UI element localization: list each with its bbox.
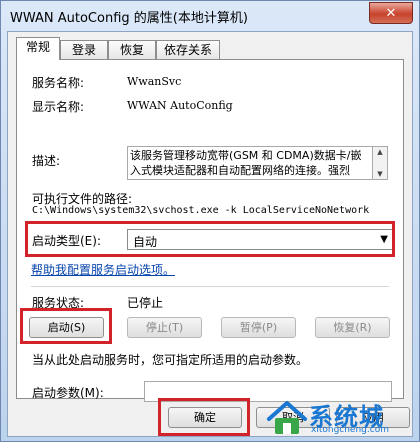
tab-dependencies[interactable]: 依存关系 [156, 40, 220, 59]
close-button[interactable]: ✕ [369, 2, 413, 24]
start-params-hint: 当从此处启动服务时，您可指定所适用的启动参数。 [32, 353, 309, 367]
service-name-label: 服务名称: [32, 76, 85, 90]
section-divider [31, 286, 389, 287]
tab-logon-label: 登录 [71, 43, 96, 57]
display-name-label: 显示名称: [32, 100, 85, 114]
description-text[interactable]: 该服务管理移动宽带(GSM 和 CDMA)数据卡/嵌入式模块适配器和自动配置网络… [127, 146, 373, 180]
pause-button[interactable]: 暂停(P) [221, 317, 296, 338]
house-logo-icon [267, 401, 307, 434]
tab-dependencies-label: 依存关系 [163, 43, 212, 57]
title-bar[interactable]: WWAN AutoConfig 的属性(本地计算机) ✕ [1, 1, 419, 31]
highlight-ok-button [158, 398, 250, 436]
help-config-link[interactable]: 帮助我配置服务启动选项。 [31, 261, 175, 278]
highlight-start-button [20, 308, 112, 344]
properties-window: WWAN AutoConfig 的属性(本地计算机) ✕ 常规 登录 恢复 依存… [0, 0, 420, 442]
window-title: WWAN AutoConfig 的属性(本地计算机) [10, 11, 248, 26]
tab-general-label: 常规 [25, 40, 50, 54]
close-icon: ✕ [385, 5, 397, 21]
tab-logon[interactable]: 登录 [60, 40, 108, 59]
watermark-logo: 系统城 xitongcheng.com [265, 395, 415, 439]
general-tab-panel: 服务名称: WwanSvc 显示名称: WWAN AutoConfig 描述: … [16, 59, 404, 402]
watermark-url: xitongcheng.com [311, 425, 389, 435]
scroll-down-arrow-icon[interactable]: ▼ [373, 169, 387, 179]
service-name-value: WwanSvc [127, 75, 182, 88]
start-params-label: 启动参数(M): [32, 386, 104, 400]
tab-general[interactable]: 常规 [16, 37, 60, 60]
resume-button[interactable]: 恢复(R) [315, 317, 390, 338]
scroll-up-arrow-icon[interactable]: ▲ [373, 147, 387, 157]
description-label: 描述: [32, 154, 61, 168]
tab-recovery[interactable]: 恢复 [108, 40, 156, 59]
highlight-startup-type [25, 221, 395, 257]
display-name-value: WWAN AutoConfig [127, 99, 233, 112]
description-scrollbar[interactable]: ▲ ▼ [373, 146, 388, 180]
path-value: C:\Windows\system32\svchost.exe -k Local… [32, 205, 370, 216]
service-status-value: 已停止 [127, 296, 164, 310]
tab-recovery-label: 恢复 [119, 43, 144, 57]
dialog-body: 常规 登录 恢复 依存关系 服务名称: WwanSvc 显示名称: WWAN A… [7, 31, 413, 437]
stop-button[interactable]: 停止(T) [127, 317, 202, 338]
